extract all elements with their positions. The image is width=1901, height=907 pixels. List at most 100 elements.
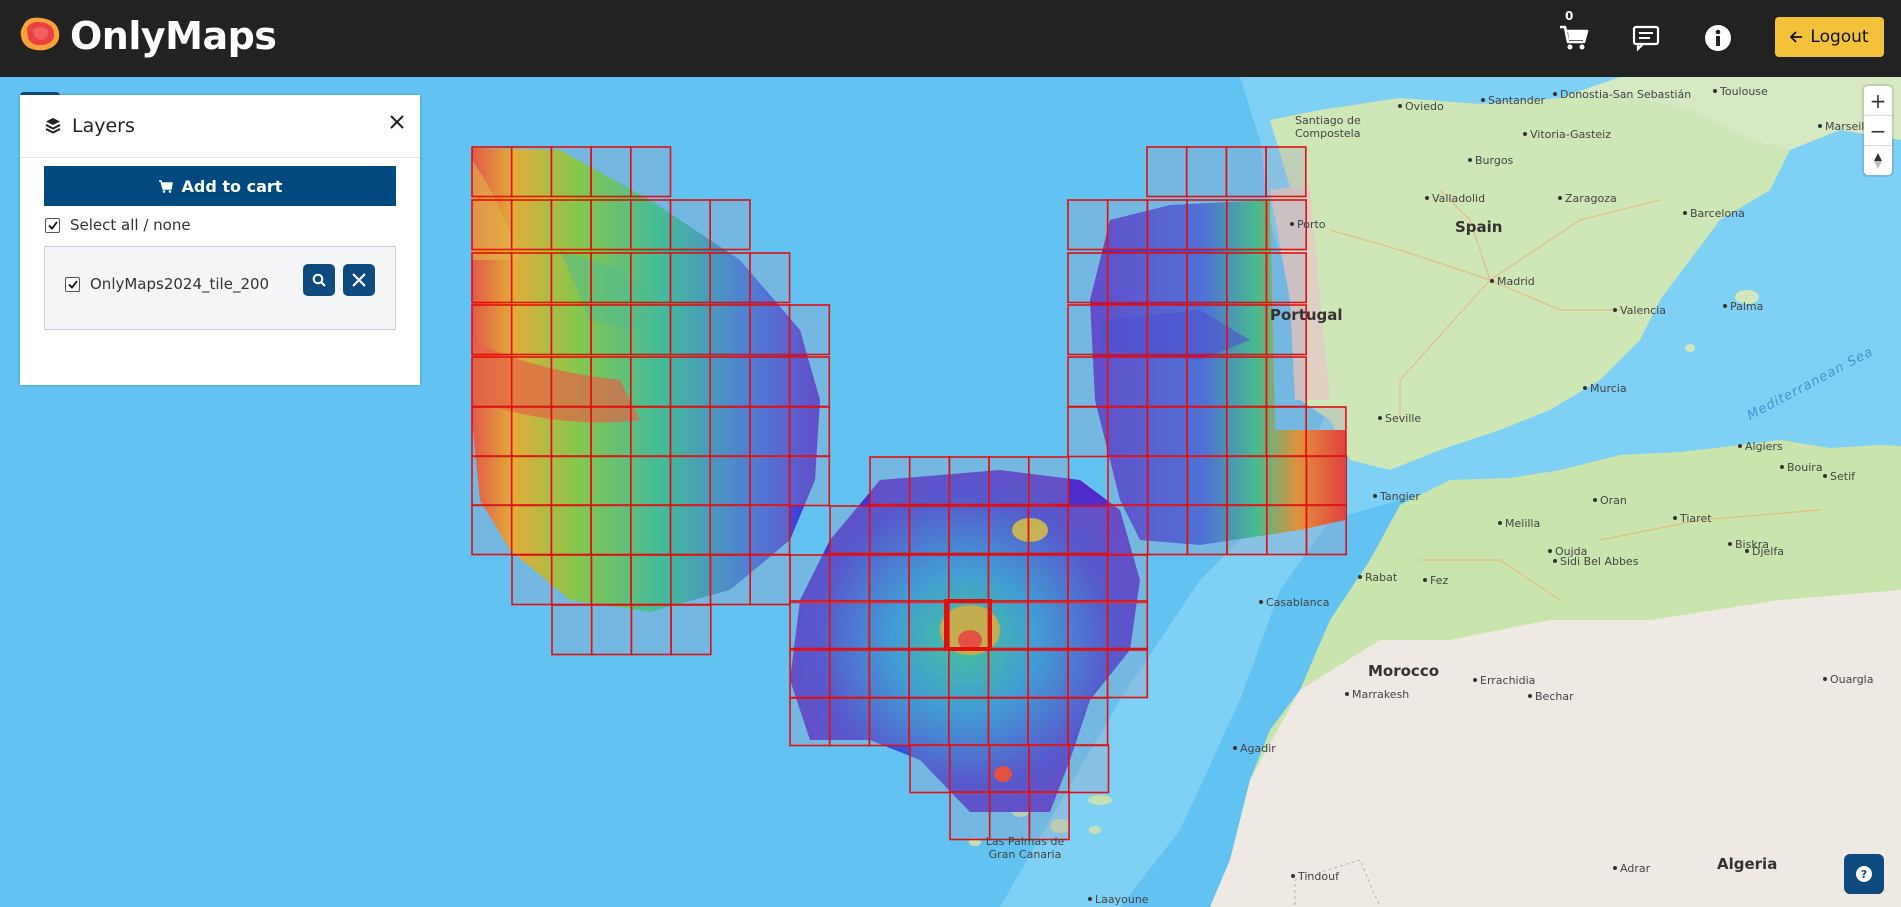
- map-tile[interactable]: [1265, 146, 1307, 198]
- map-tile[interactable]: [669, 504, 712, 556]
- map-tile[interactable]: [948, 505, 990, 555]
- map-tile[interactable]: [1106, 356, 1149, 408]
- map-tile[interactable]: [788, 304, 831, 356]
- map-tile[interactable]: [550, 406, 592, 458]
- map-tile[interactable]: [590, 554, 632, 606]
- map-tile[interactable]: [669, 554, 712, 606]
- map-tile[interactable]: [1027, 554, 1069, 604]
- map-tile[interactable]: [1067, 304, 1109, 356]
- map-tile[interactable]: [630, 554, 672, 606]
- map-tile[interactable]: [949, 791, 991, 841]
- map-tile[interactable]: [590, 356, 632, 408]
- map-tile[interactable]: [590, 146, 632, 198]
- map-tile[interactable]: [510, 304, 553, 356]
- map-tile[interactable]: [1146, 252, 1188, 304]
- map-tile[interactable]: [988, 744, 1030, 794]
- map-tile[interactable]: [629, 455, 672, 507]
- map-tile[interactable]: [1186, 252, 1228, 304]
- map-tile[interactable]: [510, 146, 553, 198]
- map-tile[interactable]: [669, 356, 712, 408]
- map-tile[interactable]: [1106, 406, 1149, 458]
- map-tile[interactable]: [550, 554, 593, 606]
- map-tile[interactable]: [590, 304, 632, 356]
- map-tile[interactable]: [1305, 455, 1348, 507]
- map-tile[interactable]: [1146, 406, 1188, 458]
- map-tile[interactable]: [1226, 455, 1268, 507]
- map-tile[interactable]: [1027, 600, 1069, 650]
- layer-item[interactable]: OnlyMaps2024_tile_200: [65, 275, 269, 293]
- map-tile[interactable]: [868, 554, 910, 604]
- map-tile[interactable]: [869, 456, 911, 506]
- map-tile[interactable]: [1107, 504, 1149, 556]
- map-tile[interactable]: [868, 649, 910, 699]
- map-tile[interactable]: [471, 199, 513, 251]
- map-tile[interactable]: [1226, 504, 1268, 556]
- map-tile[interactable]: [789, 554, 831, 604]
- map-tile[interactable]: [908, 649, 950, 699]
- map-tile[interactable]: [1106, 649, 1149, 699]
- map-tile[interactable]: [1146, 304, 1188, 356]
- map-tile[interactable]: [1146, 356, 1188, 408]
- map-tile[interactable]: [551, 604, 593, 656]
- map-tile[interactable]: [749, 356, 791, 408]
- map-tile[interactable]: [948, 456, 990, 506]
- map-tile[interactable]: [1067, 554, 1109, 604]
- map-tile[interactable]: [709, 554, 752, 606]
- map-tile[interactable]: [1027, 649, 1069, 699]
- map-tile[interactable]: [1067, 356, 1109, 408]
- map-tile[interactable]: [709, 406, 751, 458]
- map-tile[interactable]: [550, 304, 592, 356]
- map-tile[interactable]: [749, 455, 791, 507]
- map-tile[interactable]: [709, 304, 751, 356]
- brand-name[interactable]: OnlyMaps: [70, 14, 277, 58]
- map-tile[interactable]: [1067, 649, 1109, 699]
- remove-layer-button[interactable]: [343, 264, 375, 296]
- map-tile[interactable]: [709, 455, 751, 507]
- map-tile[interactable]: [590, 504, 632, 556]
- map-tile[interactable]: [590, 252, 632, 304]
- map-tile[interactable]: [629, 406, 672, 458]
- map-tile[interactable]: [629, 356, 672, 408]
- map-tile[interactable]: [709, 504, 751, 556]
- map-tile[interactable]: [471, 252, 513, 304]
- reset-bearing-button[interactable]: [1864, 146, 1892, 175]
- map-tile[interactable]: [1265, 356, 1308, 408]
- map-tile[interactable]: [868, 505, 911, 555]
- map-tile[interactable]: [1186, 304, 1228, 356]
- map-tile[interactable]: [590, 604, 633, 656]
- map-tile[interactable]: [590, 406, 632, 458]
- map-tile[interactable]: [1266, 455, 1308, 507]
- map-tile[interactable]: [1146, 504, 1189, 556]
- map-tile[interactable]: [1067, 505, 1109, 555]
- zoom-out-button[interactable]: −: [1864, 116, 1892, 146]
- map-tile[interactable]: [1186, 356, 1228, 408]
- map-tile[interactable]: [829, 505, 871, 555]
- map-tile[interactable]: [789, 697, 831, 747]
- map-tile[interactable]: [788, 356, 831, 408]
- map-tile[interactable]: [789, 649, 831, 699]
- map-tile[interactable]: [908, 697, 950, 747]
- map-tile[interactable]: [1067, 252, 1109, 304]
- map-tile[interactable]: [947, 600, 990, 650]
- map-tile[interactable]: [550, 252, 592, 304]
- map-tile[interactable]: [510, 504, 553, 556]
- map-tile[interactable]: [828, 649, 871, 699]
- map-tile[interactable]: [471, 146, 513, 198]
- map-tile[interactable]: [1106, 554, 1149, 604]
- zoom-in-button[interactable]: +: [1864, 86, 1892, 116]
- map-tile[interactable]: [550, 199, 592, 251]
- map-tile[interactable]: [471, 504, 513, 556]
- map-tile[interactable]: [1146, 146, 1188, 198]
- map-tile[interactable]: [629, 304, 672, 356]
- map-tile[interactable]: [629, 146, 672, 198]
- map-tile[interactable]: [1186, 406, 1228, 458]
- map-tile[interactable]: [510, 252, 553, 304]
- map-tile[interactable]: [1305, 504, 1348, 556]
- map-tile[interactable]: [471, 304, 513, 356]
- map-tile[interactable]: [630, 604, 672, 656]
- map-tile[interactable]: [1186, 504, 1228, 556]
- map-tile[interactable]: [749, 554, 791, 606]
- map-tile[interactable]: [1028, 744, 1070, 794]
- map-tile[interactable]: [789, 600, 831, 650]
- map-tile[interactable]: [1106, 199, 1149, 251]
